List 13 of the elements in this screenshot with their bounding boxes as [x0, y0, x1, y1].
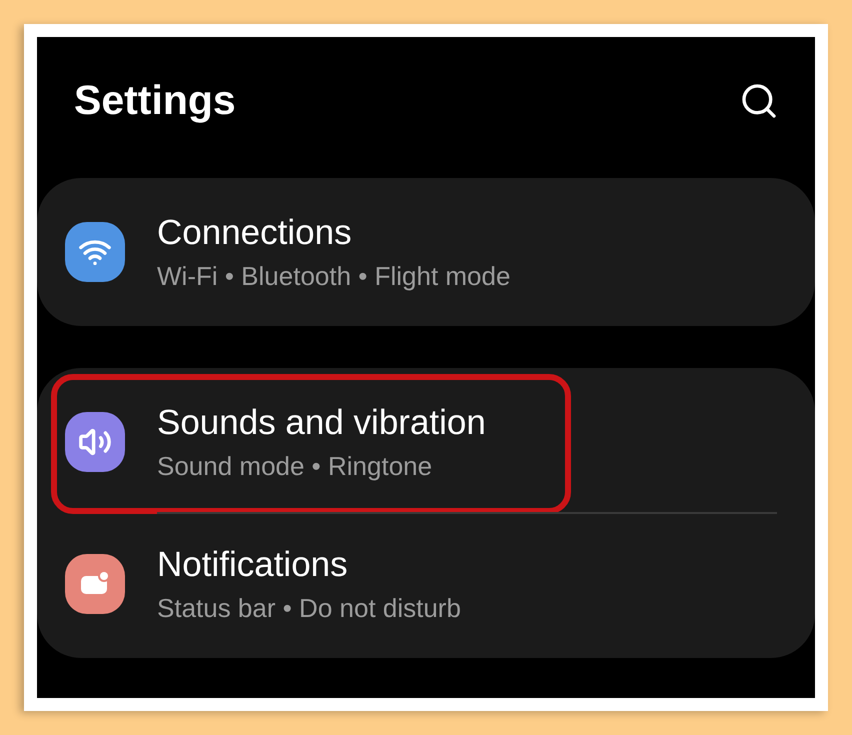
- page-title: Settings: [74, 76, 236, 126]
- wifi-icon: [65, 222, 125, 282]
- item-subtitle: Wi-Fi • Bluetooth • Flight mode: [157, 260, 510, 293]
- speaker-icon: [65, 412, 125, 472]
- settings-item[interactable]: Sounds and vibration Sound mode • Ringtone: [37, 372, 815, 512]
- item-title: Sounds and vibration: [157, 402, 486, 444]
- settings-item[interactable]: Connections Wi-Fi • Bluetooth • Flight mode: [37, 182, 815, 322]
- item-title: Connections: [157, 212, 353, 254]
- notification-icon: [65, 554, 125, 614]
- item-subtitle: Status bar • Do not disturb: [157, 592, 461, 625]
- item-title: Notifications: [157, 544, 349, 586]
- settings-item[interactable]: Notifications Status bar • Do not disturb: [37, 514, 815, 654]
- item-subtitle: Sound mode • Ringtone: [157, 450, 434, 483]
